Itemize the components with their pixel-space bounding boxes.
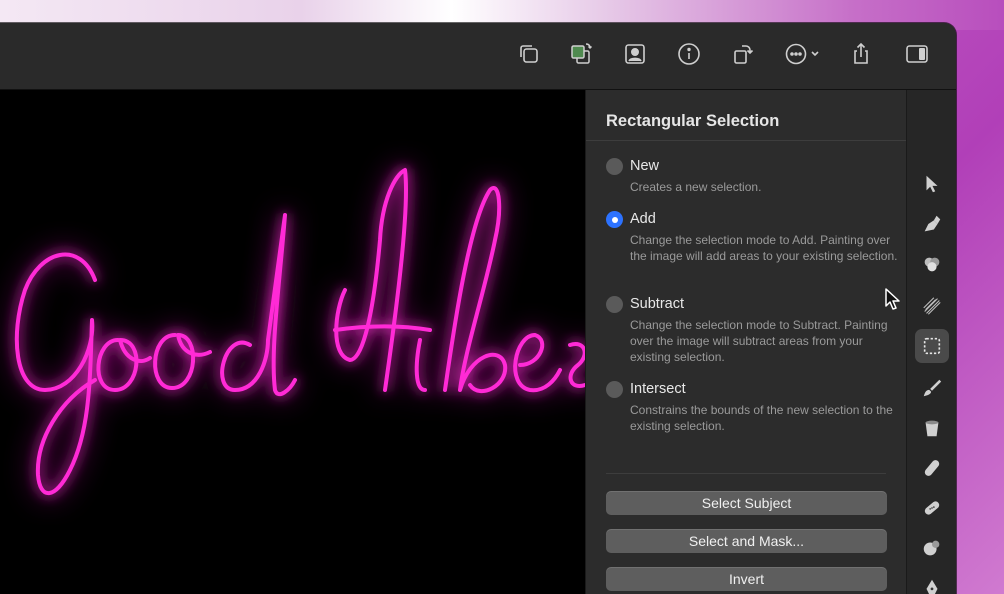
rectangular-selection-tool[interactable] [915, 329, 949, 363]
paint-bucket-tool[interactable] [915, 411, 949, 445]
sidebar-toggle-icon [906, 45, 928, 63]
panel-title: Rectangular Selection [606, 112, 780, 130]
color-circles-icon [924, 257, 940, 272]
brush-icon [923, 379, 942, 397]
pen-nib-icon [924, 215, 941, 232]
window-toolbar [0, 23, 956, 90]
neon-good-vibes-artwork [14, 168, 585, 496]
option-label: Add [630, 211, 656, 227]
tool-palette [906, 90, 956, 594]
option-label: Intersect [630, 381, 686, 397]
clone-stamp-icon [923, 540, 940, 556]
eraser-tool[interactable] [915, 451, 949, 485]
image-canvas[interactable] [0, 90, 585, 594]
intersect-radio[interactable] [606, 381, 623, 398]
subtract-radio[interactable] [606, 296, 623, 313]
more-menu-icon [785, 43, 819, 65]
color-swap-icon [571, 43, 593, 64]
rotate-icon [734, 45, 754, 64]
mouse-cursor-icon [885, 288, 900, 310]
option-description: Change the selection mode to Subtract. P… [630, 318, 888, 364]
option-description: Creates a new selection. [630, 180, 762, 194]
sidebar-toggle-button[interactable] [902, 39, 932, 69]
clone-tool[interactable] [915, 531, 949, 565]
select-and-mask-button[interactable]: Select and Mask... [606, 529, 887, 553]
invert-button[interactable]: Invert [606, 567, 887, 591]
move-tool[interactable] [915, 167, 949, 201]
app-window: Rectangular Selection New Creates a new … [0, 23, 956, 594]
overlapping-squares-button[interactable] [514, 39, 544, 69]
option-description: Constrains the bounds of the new selecti… [630, 403, 893, 433]
info-button[interactable] [674, 39, 704, 69]
overlapping-squares-icon [520, 45, 538, 63]
paint-bucket-icon [925, 420, 939, 437]
more-menu-button[interactable] [782, 39, 824, 69]
info-icon [678, 43, 700, 65]
selection-options-panel: Rectangular Selection New Creates a new … [585, 90, 906, 594]
bandage-icon [924, 501, 940, 515]
sketch-lines-icon [923, 297, 941, 315]
sketch-tool[interactable] [915, 289, 949, 323]
option-label: New [630, 158, 660, 174]
vector-pen-tool[interactable] [915, 571, 949, 594]
divider [586, 140, 906, 141]
select-subject-button[interactable]: Select Subject [606, 491, 887, 515]
color-swap-button[interactable] [566, 39, 596, 69]
color-tool[interactable] [915, 247, 949, 281]
option-label: Subtract [630, 296, 684, 312]
healing-tool[interactable] [915, 491, 949, 525]
pen-nib-tool[interactable] [915, 207, 949, 241]
add-radio[interactable] [606, 211, 623, 228]
rotate-button[interactable] [728, 39, 758, 69]
portrait-icon [625, 44, 645, 64]
share-button[interactable] [846, 39, 876, 69]
divider [606, 473, 886, 474]
share-icon [854, 42, 868, 64]
option-description: Change the selection mode to Add. Painti… [630, 233, 898, 263]
brush-tool[interactable] [915, 371, 949, 405]
rectangular-selection-icon [923, 337, 941, 355]
arrow-pointer-icon [926, 175, 938, 193]
vector-pen-icon [926, 579, 938, 594]
new-radio[interactable] [606, 158, 623, 175]
eraser-icon [924, 460, 940, 476]
portrait-button[interactable] [620, 39, 650, 69]
